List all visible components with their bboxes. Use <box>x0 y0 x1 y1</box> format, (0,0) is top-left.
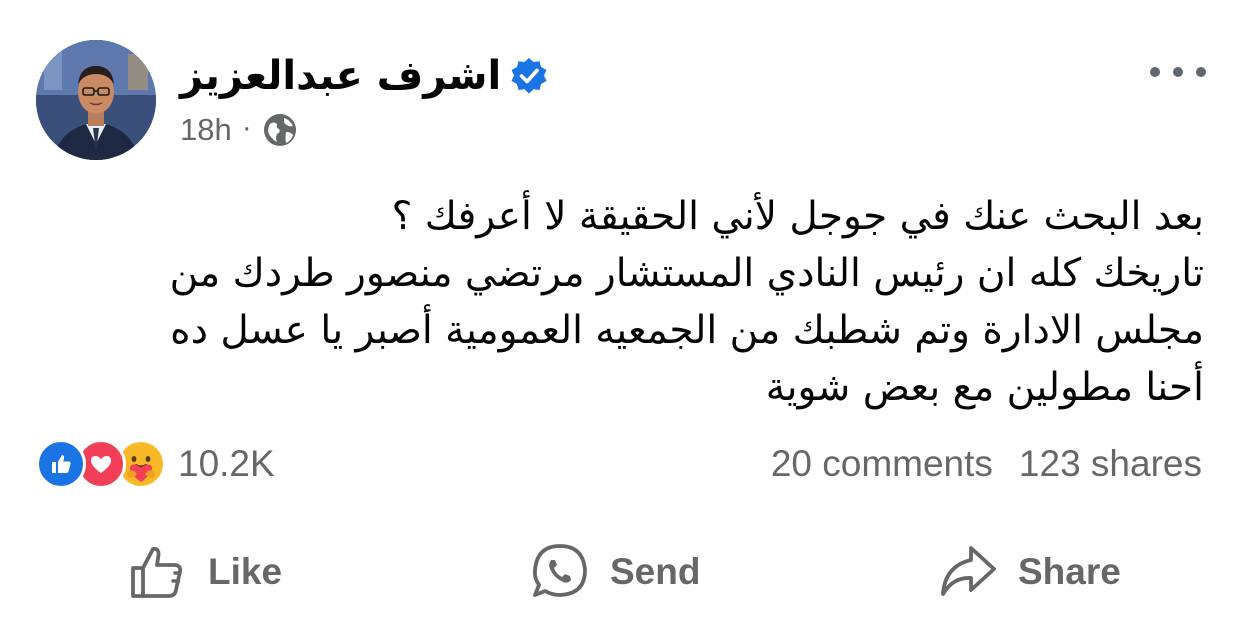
share-label: Share <box>1018 551 1121 592</box>
avatar-image <box>36 40 156 160</box>
like-reaction-icon <box>36 439 86 489</box>
post-text-line: مجلس الادارة وتم شطبك من الجمعيه العمومي… <box>170 308 1204 353</box>
comments-count[interactable]: 20 comments <box>771 443 993 485</box>
verified-badge-icon <box>509 56 549 96</box>
post-card: اشرف عبدالعزيز 18h · بعد البحث عنك في جو… <box>0 0 1242 622</box>
post-text-line: تاريخك كله ان رئيس النادي المستشار مرتضي… <box>169 251 1204 296</box>
send-label: Send <box>610 551 701 592</box>
like-label: Like <box>208 551 283 592</box>
meta-separator: · <box>241 111 252 144</box>
thumbs-up-icon <box>131 546 183 598</box>
author-name[interactable]: اشرف عبدالعزيز <box>180 56 501 96</box>
share-button[interactable]: Share <box>938 530 1121 614</box>
engagement-stats: 20 comments 123 shares <box>771 438 1202 490</box>
send-button[interactable]: Send <box>530 530 700 614</box>
share-arrow-icon <box>941 546 996 596</box>
globe-icon[interactable] <box>262 112 298 148</box>
whatsapp-icon <box>532 544 587 597</box>
reactions-summary[interactable]: 10.2K <box>36 438 275 490</box>
author-row: اشرف عبدالعزيز <box>180 48 549 104</box>
more-options-icon[interactable] <box>1150 56 1206 88</box>
post-meta: 18h · <box>180 110 298 150</box>
post-timestamp[interactable]: 18h <box>180 112 232 148</box>
post-text: بعد البحث عنك في جوجل لأني الحقيقة لا أع… <box>44 188 1204 416</box>
more-dot <box>1150 67 1160 77</box>
like-button[interactable]: Like <box>128 530 282 614</box>
avatar[interactable] <box>36 40 156 160</box>
more-dot <box>1173 67 1183 77</box>
action-bar: Like Send Share <box>0 530 1242 614</box>
more-dot <box>1196 67 1206 77</box>
post-text-line: بعد البحث عنك في جوجل لأني الحقيقة لا أع… <box>391 194 1204 239</box>
reaction-count: 10.2K <box>178 443 275 484</box>
shares-count[interactable]: 123 shares <box>1019 443 1202 485</box>
post-text-line: أحنا مطولين مع بعض شوية <box>765 365 1204 410</box>
